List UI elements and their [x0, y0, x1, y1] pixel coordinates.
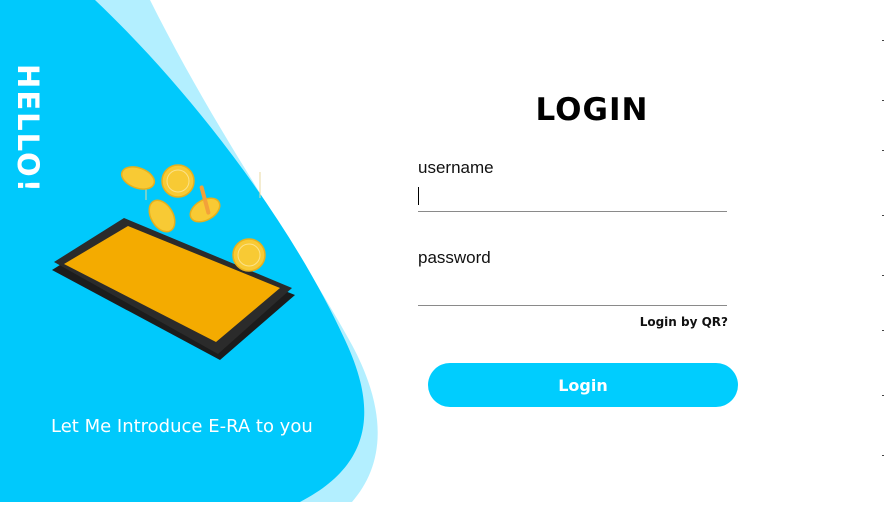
phone-icon — [52, 218, 295, 360]
hello-heading: HELLO! — [2, 64, 54, 194]
coin-icon — [232, 238, 266, 272]
hello-text: HELLO! — [11, 64, 46, 194]
phone-coins-illustration — [52, 164, 295, 360]
username-input[interactable] — [418, 185, 727, 212]
password-input[interactable] — [418, 279, 727, 306]
password-label: password — [418, 248, 491, 267]
coin-icon — [161, 164, 195, 198]
login-title: LOGIN — [535, 92, 649, 128]
tagline: Let Me Introduce E-RA to you — [51, 416, 313, 437]
left-panel: HELLO! Let Me Introduce E-RA to you — [0, 0, 400, 502]
username-label: username — [418, 158, 494, 177]
coin-icon — [120, 166, 156, 190]
text-cursor — [418, 187, 419, 205]
login-button[interactable]: Login — [428, 363, 738, 407]
login-by-qr-link[interactable]: Login by QR? — [640, 315, 728, 329]
